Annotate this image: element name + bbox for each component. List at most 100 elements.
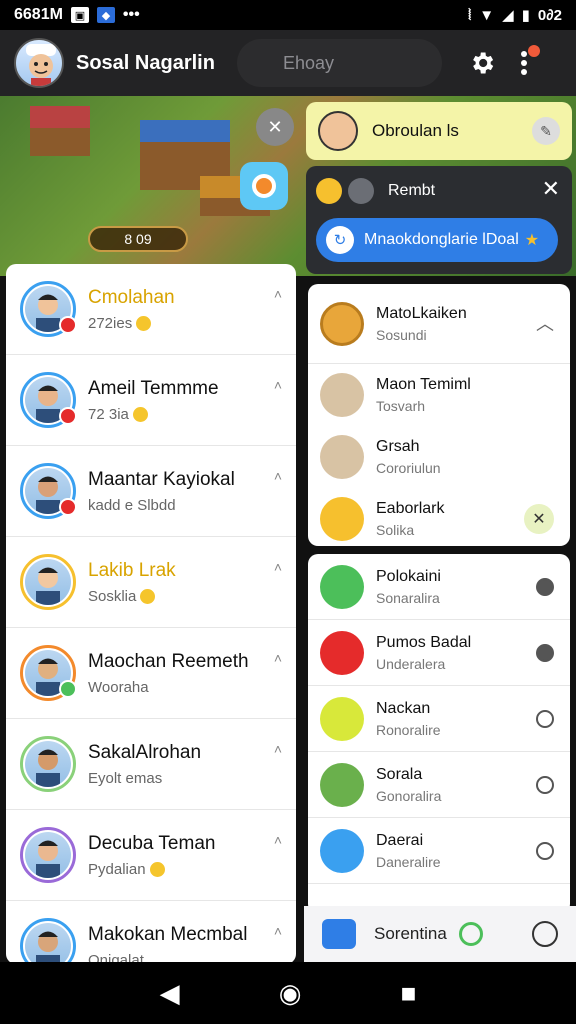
avatar: [20, 281, 77, 337]
chat-name: Makokan Mecmbal: [88, 923, 248, 945]
contact-row[interactable]: Nackan Ronoralire: [308, 686, 570, 752]
chat-row[interactable]: Cmolahan 272ies ˄: [6, 264, 296, 355]
notification-title: Rembt: [388, 182, 436, 199]
profile-avatar[interactable]: [14, 38, 64, 88]
chat-name: SakalAlrohan: [88, 741, 202, 763]
contact-status: Daneralire: [376, 853, 441, 870]
chat-name: Cmolahan: [88, 286, 175, 308]
home-icon[interactable]: ◉: [279, 978, 302, 1009]
radio-icon[interactable]: [536, 643, 554, 662]
dismiss-icon[interactable]: ✕: [524, 504, 554, 534]
avatar: [20, 645, 77, 701]
camera-button-icon[interactable]: [322, 919, 356, 949]
member-name: Eaborlark: [376, 500, 445, 517]
bottom-toolbar: Sorentina: [304, 906, 576, 962]
chevron-up-icon[interactable]: ︿: [536, 310, 554, 336]
chevron-icon[interactable]: ˄: [274, 741, 282, 757]
group-avatar: [320, 301, 364, 346]
camera-icon: [348, 178, 374, 204]
avatar: [20, 372, 77, 428]
recents-icon[interactable]: ■: [401, 978, 417, 1009]
chat-row[interactable]: SakalAlrohan Eyolt emas ˄: [6, 719, 296, 810]
emoji-icon: [149, 862, 165, 878]
group-member-row[interactable]: Grsah Cororiulun: [308, 426, 570, 488]
search-input[interactable]: Ehoay: [236, 39, 442, 87]
chat-row[interactable]: Makokan Mecmbal Onigalat ˄: [6, 901, 296, 964]
app-title: Sosal Nagarlin: [76, 51, 215, 74]
contact-name: Sorala: [376, 765, 423, 783]
chat-row[interactable]: Maochan Reemeth Wooraha ˄: [6, 628, 296, 719]
chat-name: Ameil Temmme: [88, 377, 219, 399]
group-member-row[interactable]: Maon Temiml Tosvarh: [308, 364, 570, 426]
avatar: [320, 762, 364, 807]
star-icon: ★: [524, 232, 540, 249]
contact-status: Sonaralira: [376, 589, 440, 606]
chevron-icon[interactable]: ˄: [274, 286, 282, 302]
chevron-icon[interactable]: ˄: [274, 832, 282, 848]
chat-preview: 272ies: [88, 315, 175, 332]
gear-icon[interactable]: [464, 45, 500, 81]
status-badge-icon: [59, 316, 77, 334]
chevron-icon[interactable]: ˄: [274, 377, 282, 393]
emoji-icon: [132, 407, 148, 423]
emoji-icon: [136, 316, 152, 332]
radio-icon[interactable]: [536, 841, 554, 860]
avatar: [320, 696, 364, 741]
bottom-label: Sorentina: [374, 924, 447, 943]
chevron-icon[interactable]: ˄: [274, 923, 282, 939]
more-options-icon[interactable]: [506, 45, 542, 81]
radio-icon[interactable]: [536, 709, 554, 728]
chat-list-panel: Cmolahan 272ies ˄ Ameil Temmme 72 3ia ˄ Maanta…: [6, 264, 296, 964]
chat-row[interactable]: Lakib Lrak Sosklia ˄: [6, 537, 296, 628]
status-right-time: 0∂2: [537, 6, 562, 24]
chat-row[interactable]: Maantar Kayiokal kadd e Slbdd ˄: [6, 446, 296, 537]
back-icon[interactable]: ◀: [160, 978, 180, 1009]
contact-row[interactable]: Polokaini Sonaralira: [308, 554, 570, 620]
incoming-notification: Rembt ✕ ↻ Mnaokdonglarie lDoal ★: [306, 166, 572, 274]
avatar: [20, 463, 77, 519]
chat-row[interactable]: Decuba Teman Pydalian ˄: [6, 810, 296, 901]
contact-status: Underalera: [376, 655, 446, 672]
edit-icon[interactable]: ✎: [532, 117, 560, 145]
contact-row[interactable]: Sorala Gonoralira: [308, 752, 570, 818]
vibrate-icon: ⦚: [468, 6, 472, 24]
close-icon[interactable]: ✕: [542, 176, 560, 202]
chat-preview: 72 3ia: [88, 406, 219, 423]
status-badge-icon: [59, 498, 77, 516]
member-status: Tosvarh: [376, 398, 426, 414]
chat-name: Maochan Reemeth: [88, 650, 249, 672]
close-game-icon[interactable]: ✕: [256, 108, 294, 146]
status-badge-icon: [59, 680, 77, 698]
status-bar: 6681M ▣ ◆ ••• ⦚ ▼ ◢ ▮ 0∂2: [0, 0, 576, 30]
photo-icon: ▣: [70, 7, 89, 23]
house-icon: [30, 106, 90, 156]
chat-icon[interactable]: [532, 921, 558, 947]
contact-row[interactable]: Daerai Daneralire: [308, 818, 570, 884]
status-badge-icon: [59, 407, 77, 425]
emoji-icon: [140, 589, 156, 605]
avatar: [20, 736, 76, 792]
wifi-icon: ▼: [479, 6, 495, 24]
battery-icon: ▮: [521, 7, 530, 24]
member-name: Maon Temiml: [376, 376, 471, 393]
notification-card[interactable]: Obroulan ls ✎: [306, 102, 572, 160]
contact-row[interactable]: Pumos Badal Underalera: [308, 620, 570, 686]
radio-icon[interactable]: [536, 577, 554, 596]
chevron-icon[interactable]: ˄: [274, 468, 282, 484]
group-member-row[interactable]: Eaborlark Solika ✕: [308, 488, 570, 550]
game-app-icon[interactable]: [240, 162, 288, 210]
member-status: Solika: [376, 522, 415, 538]
radio-icon[interactable]: [536, 775, 554, 794]
chevron-icon[interactable]: ˄: [274, 559, 282, 575]
group-subtitle: Sosundi: [376, 326, 427, 343]
refresh-icon[interactable]: [458, 922, 483, 946]
contact-list: Polokaini Sonaralira Pumos Badal Underalera…: [308, 554, 570, 914]
chat-preview: Pydalian: [88, 861, 215, 878]
chat-preview: Sosklia: [88, 588, 176, 605]
group-header[interactable]: MatoLkaiken Sosundi ︿: [308, 284, 570, 364]
chevron-icon[interactable]: ˄: [274, 650, 282, 666]
chat-row[interactable]: Ameil Temmme 72 3ia ˄: [6, 355, 296, 446]
avatar: [320, 828, 364, 873]
notification-action-button[interactable]: ↻ Mnaokdonglarie lDoal ★: [316, 218, 558, 262]
app-icon: ◆: [96, 7, 115, 23]
